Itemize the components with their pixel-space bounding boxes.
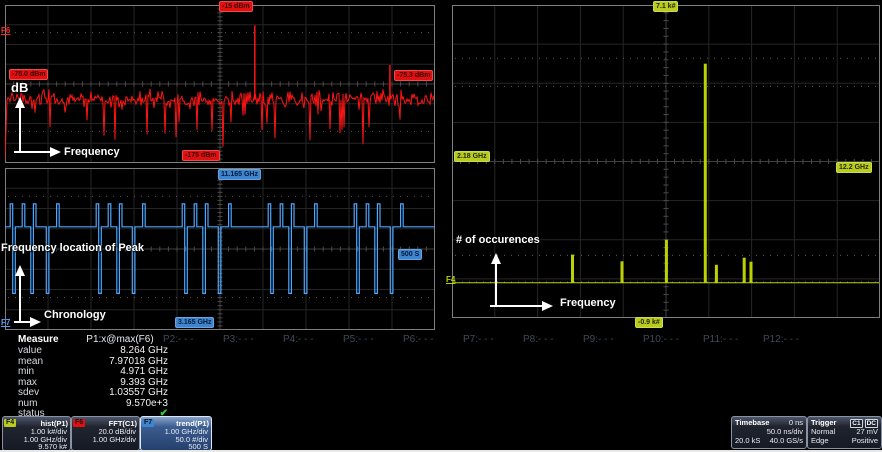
- trigger-mode: Normal: [811, 427, 835, 436]
- f6-trace-marker[interactable]: F6: [1, 26, 10, 35]
- measure-param-p12[interactable]: P12:- - -: [763, 334, 799, 345]
- trend-bottom-scale-box: 3.165 GHz: [175, 317, 214, 328]
- f7-badge: F7: [142, 419, 154, 427]
- measure-param-p2[interactable]: P2:- - -: [163, 334, 194, 345]
- timebase-per-div: 50.0 ns/div: [767, 427, 803, 436]
- measure-param-p4[interactable]: P4:- - -: [283, 334, 314, 345]
- hist-bar: [621, 261, 624, 283]
- timebase-rate: 40.0 GS/s: [770, 436, 803, 445]
- hist-yaxis-label: # of occurences: [456, 234, 540, 246]
- hist-bar: [743, 258, 746, 283]
- timebase-title: Timebase: [735, 418, 769, 427]
- hist-bar: [715, 265, 718, 283]
- trend-xaxis-label: Chronology: [44, 309, 106, 321]
- fft-spectrum-panel: [5, 5, 435, 163]
- timebase-box[interactable]: Timebase 0 ns 50.0 ns/div 20.0 kS 40.0 GS/…: [731, 416, 807, 449]
- fft-yaxis-label: dB: [11, 80, 28, 95]
- measure-row-label: value: [18, 345, 42, 356]
- trend-right-scale-box: 500 S: [398, 249, 422, 260]
- trigger-box[interactable]: Trigger C1DC Normal27 mV EdgePositive: [807, 416, 882, 449]
- measure-row-value: 8.264 GHz: [62, 345, 168, 356]
- timebase-samples: 20.0 kS: [735, 436, 760, 445]
- measure-param-p11[interactable]: P11:- - -: [703, 334, 738, 345]
- fft-left-scale-box: -75.0 dBm: [9, 69, 48, 80]
- hist-left-scale-box: 2.18 GHz: [454, 151, 490, 162]
- trend-top-scale-box: 11.165 GHz: [218, 169, 261, 180]
- measure-row-value: 4.971 GHz: [62, 366, 168, 377]
- hist-top-scale-box: 7.1 k#: [653, 1, 678, 12]
- trigger-title: Trigger: [811, 418, 836, 427]
- measure-param-p7[interactable]: P7:- - -: [463, 334, 494, 345]
- hist-bottom-scale-box: -0.9 k#: [635, 317, 663, 328]
- hist-bar: [750, 262, 753, 283]
- measure-param-p6[interactable]: P6:- - -: [403, 334, 434, 345]
- oscilloscope-screen: F6 F7 F4 -15 dBm -75.0 dBm -75.3 dBm -17…: [0, 0, 882, 452]
- measure-param-p1[interactable]: P1:x@max(F6): [70, 334, 170, 345]
- hist-bar: [665, 240, 668, 283]
- f4-badge: F4: [4, 419, 16, 427]
- trigger-slope: Positive: [852, 436, 878, 445]
- hist-bar: [571, 255, 574, 283]
- f4-trace-marker[interactable]: F4: [446, 275, 455, 284]
- fft-axes-arrow-icon: [6, 94, 66, 158]
- measure-param-p10[interactable]: P10:- - -: [643, 334, 679, 345]
- hist-bar: [704, 64, 707, 283]
- f6-descriptor-box[interactable]: F6 FFT(C1) 20.0 dB/div 1.00 GHz/div: [71, 416, 140, 451]
- measure-param-p5[interactable]: P5:- - -: [343, 334, 374, 345]
- fft-right-scale-box: -75.3 dBm: [394, 70, 433, 81]
- hist-xaxis-label: Frequency: [560, 297, 616, 309]
- f4-descriptor-box[interactable]: F4 hist(P1) 1.00 k#/div 1.00 GHz/div 9.5…: [2, 416, 71, 451]
- measure-row-label: sdev: [18, 387, 39, 398]
- timebase-delay: 0 ns: [789, 418, 803, 427]
- measure-table-header: Measure: [18, 334, 59, 345]
- measure-row-value: 1.03557 GHz: [62, 387, 168, 398]
- f6-badge: F6: [73, 419, 85, 427]
- fft-top-scale-box: -15 dBm: [219, 1, 253, 12]
- f6-hscale: 1.00 GHz/div: [72, 436, 139, 444]
- trigger-level: 27 mV: [856, 427, 878, 436]
- f7-descriptor-box[interactable]: F7 trend(P1) 1.00 GHz/div 50.0 #/div 500…: [140, 416, 212, 451]
- hist-axes-arrow-icon: [482, 250, 566, 312]
- hist-right-scale-box: 12.2 GHz: [836, 162, 872, 173]
- measure-row-label: min: [18, 366, 34, 377]
- measure-param-p8[interactable]: P8:- - -: [523, 334, 554, 345]
- measure-param-p9[interactable]: P9:- - -: [583, 334, 614, 345]
- trend-yaxis-label: Frequency location of Peak: [1, 242, 144, 254]
- fft-bottom-scale-box: -175 dBm: [182, 150, 220, 161]
- measure-param-p3[interactable]: P3:- - -: [223, 334, 254, 345]
- fft-xaxis-label: Frequency: [64, 146, 120, 158]
- trigger-type: Edge: [811, 436, 829, 445]
